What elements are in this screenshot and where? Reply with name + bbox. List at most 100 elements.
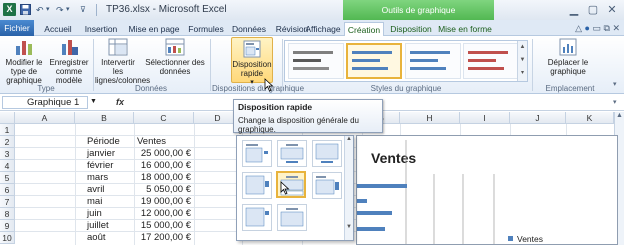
row-header[interactable]: 5 bbox=[0, 172, 15, 184]
layout-option-8[interactable] bbox=[277, 204, 307, 231]
doc-minimize-icon[interactable]: ▭ bbox=[592, 23, 601, 33]
chart-area[interactable]: Ventes Ventes bbox=[356, 135, 618, 245]
layout-option-6[interactable] bbox=[312, 172, 342, 199]
column-header[interactable]: B bbox=[75, 112, 134, 124]
table-cell-month[interactable]: mai bbox=[87, 196, 102, 208]
insert-function-icon[interactable]: fx bbox=[116, 97, 124, 107]
table-cell-month[interactable]: avril bbox=[87, 184, 104, 196]
styles-gallery-scroll[interactable]: ▲ ▼ ▾ bbox=[517, 41, 527, 81]
table-cell-sales[interactable]: 25 000,00 € bbox=[134, 148, 191, 160]
chart-style-1[interactable] bbox=[288, 43, 344, 79]
cell-header-ventes[interactable]: Ventes bbox=[137, 136, 166, 148]
select-all-corner[interactable] bbox=[0, 112, 15, 124]
table-cell-sales[interactable]: 15 000,00 € bbox=[134, 220, 191, 232]
doc-restore-icon[interactable]: ⧉ bbox=[604, 23, 610, 33]
chart-bar[interactable] bbox=[357, 227, 385, 231]
layout-option-7[interactable] bbox=[242, 204, 272, 231]
row-header[interactable]: 7 bbox=[0, 196, 15, 208]
doc-close-icon[interactable]: ✕ bbox=[612, 23, 620, 33]
row-header[interactable]: 10 bbox=[0, 232, 15, 244]
column-header[interactable]: K bbox=[566, 112, 614, 124]
undo-icon[interactable]: ↶ bbox=[36, 4, 44, 16]
help-icon[interactable]: ● bbox=[585, 23, 590, 33]
table-cell-sales[interactable]: 12 000,00 € bbox=[134, 208, 191, 220]
close-icon[interactable]: ✕ bbox=[604, 3, 620, 17]
table-cell-sales[interactable]: 19 000,00 € bbox=[134, 196, 191, 208]
scroll-down-icon[interactable]: ▼ bbox=[345, 224, 353, 230]
chart-style-4[interactable] bbox=[463, 43, 519, 79]
quick-layout-button[interactable]: Disposition rapide ▾ bbox=[231, 37, 273, 86]
row-header[interactable]: 2 bbox=[0, 136, 15, 148]
tab-formules[interactable]: Formules bbox=[186, 22, 226, 36]
column-header[interactable]: J bbox=[510, 112, 566, 124]
column-header[interactable]: I bbox=[460, 112, 510, 124]
save-icon[interactable] bbox=[20, 4, 31, 18]
row-header[interactable]: 8 bbox=[0, 208, 15, 220]
tab-mise-en-forme[interactable]: Mise en forme bbox=[436, 22, 494, 36]
undo-dropdown-icon[interactable]: ▾ bbox=[46, 4, 50, 16]
row-header[interactable]: 4 bbox=[0, 160, 15, 172]
chart-style-2[interactable] bbox=[346, 43, 402, 79]
group-type-label: Type bbox=[37, 84, 55, 93]
change-chart-type-button[interactable]: Modifier le type de graphique bbox=[1, 38, 47, 85]
more-styles-icon[interactable]: ▾ bbox=[518, 67, 527, 80]
chart-style-3[interactable] bbox=[405, 43, 461, 79]
save-template-button[interactable]: Enregistrer comme modèle bbox=[48, 38, 90, 85]
redo-dropdown-icon[interactable]: ▾ bbox=[66, 4, 70, 16]
minimize-icon[interactable]: ▁ bbox=[566, 3, 582, 17]
cell-header-periode[interactable]: Période bbox=[87, 136, 120, 148]
tab-affichage[interactable]: Affichage bbox=[303, 22, 343, 36]
layout-option-3[interactable] bbox=[312, 140, 342, 167]
name-box[interactable]: Graphique 1 bbox=[2, 96, 88, 109]
tab-disposition[interactable]: Disposition bbox=[388, 22, 434, 36]
chart-bar[interactable] bbox=[357, 211, 392, 215]
customize-qat-icon[interactable]: ⊽ bbox=[80, 4, 86, 16]
column-header[interactable]: C bbox=[134, 112, 194, 124]
table-cell-month[interactable]: juillet bbox=[87, 220, 109, 232]
select-data-button[interactable]: Sélectionner des données bbox=[142, 38, 208, 76]
table-cell-month[interactable]: mars bbox=[87, 172, 108, 184]
column-header[interactable]: H bbox=[400, 112, 460, 124]
tab-creation[interactable]: Création bbox=[344, 22, 384, 37]
chart-legend-label[interactable]: Ventes bbox=[517, 234, 543, 244]
layout-option-4[interactable] bbox=[242, 172, 272, 199]
collapse-ribbon-icon[interactable]: ▾ bbox=[613, 80, 617, 88]
tab-insertion[interactable]: Insertion bbox=[80, 22, 122, 36]
minimize-ribbon-icon[interactable]: △ bbox=[575, 23, 582, 33]
scroll-up-icon[interactable]: ▲ bbox=[615, 112, 624, 119]
switch-row-column-button[interactable]: Intervertir les lignes/colonnes bbox=[95, 38, 150, 85]
row-header[interactable]: 3 bbox=[0, 148, 15, 160]
tab-accueil[interactable]: Accueil bbox=[40, 22, 76, 36]
row-header[interactable]: 9 bbox=[0, 220, 15, 232]
scroll-up-icon[interactable]: ▲ bbox=[345, 136, 353, 142]
name-box-dropdown-icon[interactable]: ▼ bbox=[90, 98, 97, 105]
select-data-icon bbox=[165, 38, 185, 56]
table-cell-month[interactable]: février bbox=[87, 160, 113, 172]
layout-option-1[interactable] bbox=[242, 140, 272, 167]
expand-formula-bar-icon[interactable]: ▾ bbox=[613, 98, 617, 106]
chart-bar[interactable] bbox=[357, 199, 367, 203]
redo-icon[interactable]: ↷ bbox=[56, 4, 64, 16]
tab-fichier[interactable]: Fichier bbox=[0, 20, 34, 36]
table-cell-month[interactable]: juin bbox=[87, 208, 102, 220]
layout-gallery-scroll[interactable]: ▲ ▼ bbox=[344, 136, 353, 240]
maximize-icon[interactable]: ▢ bbox=[585, 3, 601, 17]
table-cell-sales[interactable]: 17 200,00 € bbox=[134, 232, 191, 244]
gridline bbox=[194, 124, 195, 245]
table-cell-month[interactable]: janvier bbox=[87, 148, 115, 160]
table-cell-month[interactable]: août bbox=[87, 232, 106, 244]
move-chart-button[interactable]: Déplacer le graphique bbox=[538, 38, 598, 76]
excel-logo-icon[interactable]: X bbox=[3, 3, 16, 16]
row-header[interactable]: 1 bbox=[0, 124, 15, 136]
chart-bar[interactable] bbox=[357, 184, 407, 188]
tab-donnees[interactable]: Données bbox=[230, 22, 268, 36]
table-cell-sales[interactable]: 16 000,00 € bbox=[134, 160, 191, 172]
tab-mise-en-page[interactable]: Mise en page bbox=[126, 22, 182, 36]
scroll-down-icon[interactable]: ▼ bbox=[518, 54, 527, 67]
table-cell-sales[interactable]: 18 000,00 € bbox=[134, 172, 191, 184]
scroll-up-icon[interactable]: ▲ bbox=[518, 41, 527, 54]
row-header[interactable]: 6 bbox=[0, 184, 15, 196]
table-cell-sales[interactable]: 5 050,00 € bbox=[134, 184, 191, 196]
layout-option-2[interactable] bbox=[277, 140, 307, 167]
column-header[interactable]: A bbox=[15, 112, 75, 124]
